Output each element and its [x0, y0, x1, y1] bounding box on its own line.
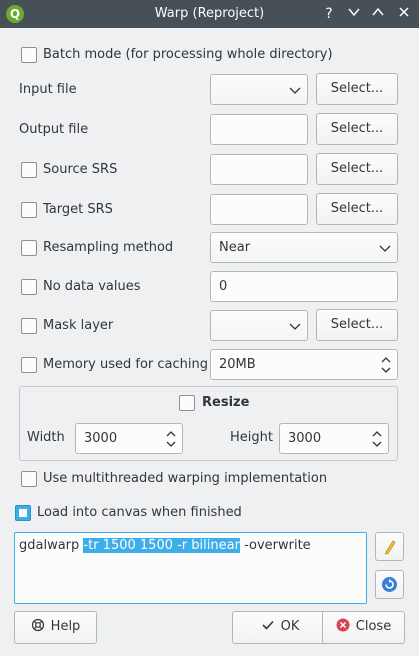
checkmark-icon — [262, 620, 274, 630]
reset-command-button[interactable] — [375, 570, 404, 599]
mask-layer-checkbox[interactable] — [21, 318, 37, 334]
memory-value: 20MB — [219, 357, 256, 372]
source-srs-select-button[interactable]: Select... — [316, 153, 398, 185]
batch-mode-checkbox[interactable] — [21, 47, 37, 63]
resize-label: Resize — [202, 395, 250, 410]
target-srs-field[interactable] — [210, 194, 308, 225]
command-prefix: gdalwarp — [19, 538, 84, 553]
chevron-down-icon — [289, 323, 301, 330]
help-button[interactable]: Help — [14, 611, 97, 644]
memory-label: Memory used for caching — [43, 357, 209, 372]
ok-button-label: OK — [280, 619, 300, 634]
height-value: 3000 — [288, 431, 322, 446]
width-value: 3000 — [84, 431, 118, 446]
input-file-select-button[interactable]: Select... — [316, 73, 398, 105]
memory-spinbox[interactable]: 20MB — [210, 349, 398, 380]
height-spinbox[interactable]: 3000 — [279, 423, 389, 454]
chevron-down-icon — [379, 245, 391, 252]
edit-command-button[interactable] — [375, 532, 404, 561]
spin-arrows-icon[interactable] — [380, 355, 392, 375]
help-title-button[interactable]: ? — [320, 5, 338, 23]
nodata-checkbox[interactable] — [21, 279, 37, 295]
chevron-up-icon — [372, 7, 384, 16]
command-suffix: -overwrite — [239, 538, 311, 553]
close-icon — [399, 7, 409, 17]
pencil-icon — [384, 540, 396, 555]
target-srs-label: Target SRS — [43, 202, 113, 217]
resampling-label: Resampling method — [43, 240, 174, 255]
close-circle-icon — [336, 618, 350, 632]
width-label: Width — [27, 430, 65, 445]
maximize-button[interactable] — [369, 5, 387, 23]
source-srs-checkbox[interactable] — [21, 162, 37, 178]
spin-arrows-icon[interactable] — [371, 429, 383, 449]
close-button-label: Close — [355, 619, 392, 634]
memory-checkbox[interactable] — [21, 357, 37, 373]
input-file-combo[interactable] — [210, 74, 308, 105]
resampling-method-value: Near — [219, 240, 251, 255]
source-srs-label: Source SRS — [43, 162, 118, 177]
refresh-icon — [382, 577, 397, 592]
title-bar: Q Warp (Reproject) ? — [0, 0, 419, 28]
command-textbox[interactable]: gdalwarp -tr 1500 1500 -r bilinear -over… — [14, 532, 367, 604]
multithread-label: Use multithreaded warping implementation — [43, 471, 328, 486]
check-icon — [19, 509, 27, 517]
resampling-method-combo[interactable]: Near — [210, 232, 398, 263]
chevron-down-icon — [289, 87, 301, 94]
command-selected-text: -tr 1500 1500 -r bilinear — [83, 538, 240, 553]
spin-arrows-icon[interactable] — [165, 429, 177, 449]
target-srs-checkbox[interactable] — [21, 202, 37, 218]
nodata-label: No data values — [43, 279, 141, 294]
width-spinbox[interactable]: 3000 — [75, 423, 183, 454]
height-label: Height — [230, 430, 273, 445]
lifebuoy-icon — [31, 618, 44, 632]
minimize-button[interactable] — [345, 5, 363, 23]
multithread-checkbox[interactable] — [21, 471, 37, 487]
close-button[interactable]: Close — [322, 611, 405, 644]
close-window-button[interactable] — [395, 5, 413, 23]
nodata-field[interactable]: 0 — [210, 271, 398, 302]
resampling-checkbox[interactable] — [21, 240, 37, 256]
resize-checkbox[interactable] — [179, 395, 195, 411]
batch-mode-label: Batch mode (for processing whole directo… — [43, 47, 333, 62]
output-file-field[interactable] — [210, 114, 308, 145]
mask-layer-select-button[interactable]: Select... — [316, 309, 398, 341]
ok-button[interactable]: OK — [232, 611, 328, 644]
load-canvas-checkbox[interactable] — [15, 505, 31, 521]
target-srs-select-button[interactable]: Select... — [316, 193, 398, 225]
chevron-down-icon — [348, 8, 360, 17]
output-file-select-button[interactable]: Select... — [316, 113, 398, 145]
mask-layer-combo[interactable] — [210, 310, 308, 341]
input-file-label: Input file — [19, 82, 77, 97]
load-canvas-label: Load into canvas when finished — [37, 505, 242, 520]
mask-layer-label: Mask layer — [43, 318, 114, 333]
help-button-label: Help — [50, 619, 81, 634]
resize-group: Resize Width 3000 Height 3000 — [19, 386, 398, 461]
source-srs-field[interactable] — [210, 154, 308, 185]
output-file-label: Output file — [19, 122, 89, 137]
